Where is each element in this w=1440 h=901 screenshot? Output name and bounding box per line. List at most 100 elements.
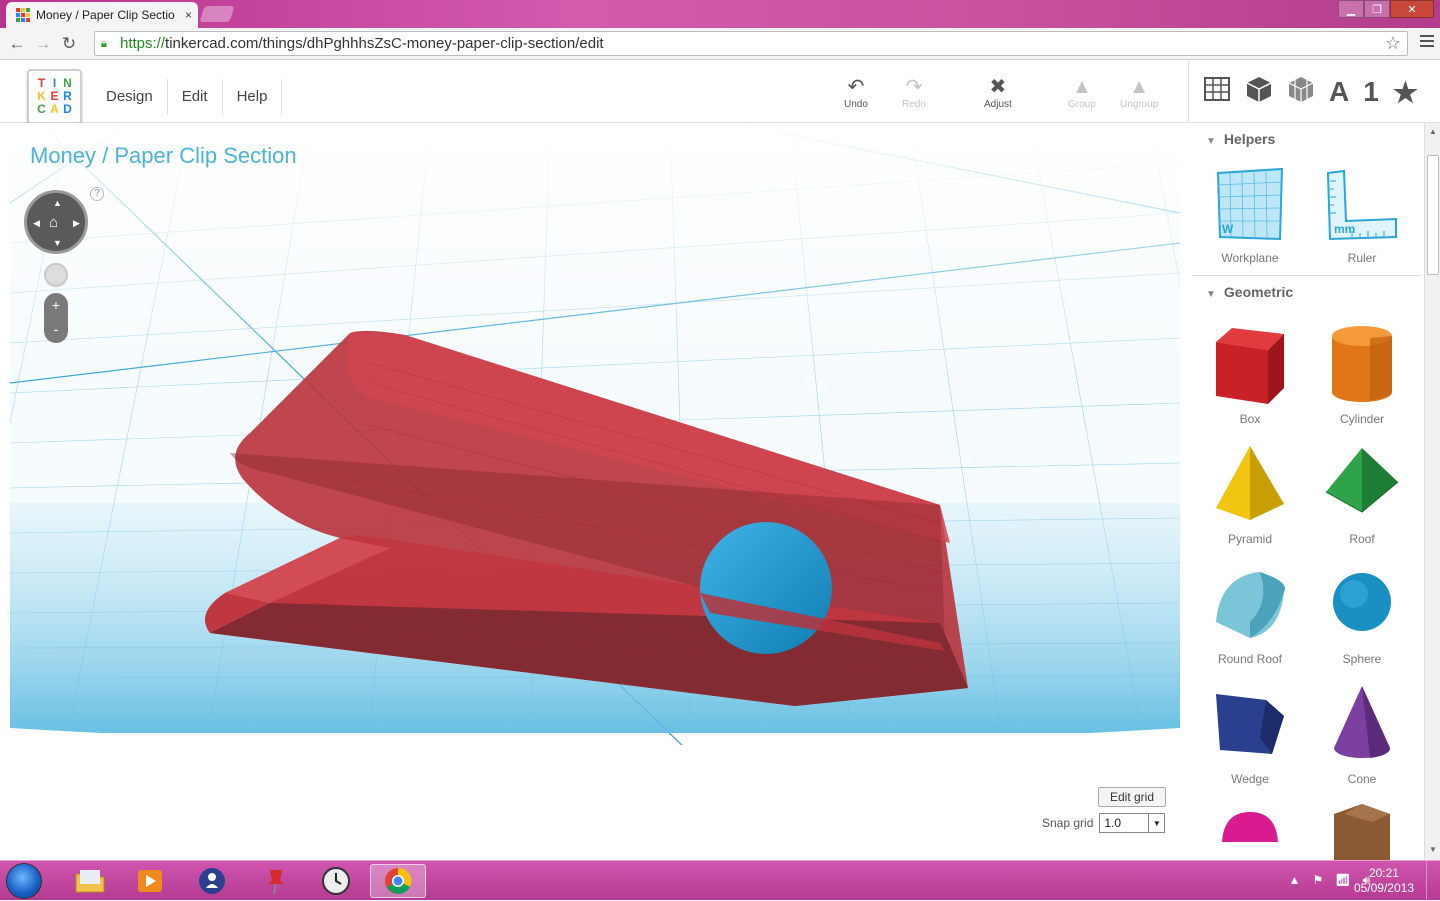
group-button[interactable]: ▲ Group [1068,75,1096,110]
snap-grid-select[interactable]: 1.0 ▼ [1099,813,1166,833]
redo-label: Redo [902,99,926,110]
lock-icon: 🔒︎ [101,37,107,50]
scroll-down-icon[interactable]: ▼ [1429,845,1437,854]
round-roof-item[interactable]: Round Roof [1194,556,1306,676]
orbit-down-icon[interactable]: ▼ [53,238,62,248]
dropdown-arrow-icon[interactable]: ▼ [1148,814,1164,832]
cone-icon [1334,686,1391,758]
helpers-grid: W Workplane mm Ruler [1188,159,1424,271]
help-icon[interactable]: ? [90,187,104,201]
favorites-star-icon[interactable]: ★ [1393,76,1418,109]
polygon-item[interactable] [1306,796,1418,860]
menu-edit[interactable]: Edit [168,79,223,115]
logo-letter: A [50,102,59,116]
tinkercad-logo[interactable]: T I N K E R C A D [27,69,82,124]
geometric-section-header[interactable]: ▼ Geometric [1188,276,1424,316]
new-tab-button[interactable] [199,6,235,22]
minimize-icon[interactable]: ▁ [1338,0,1364,18]
bookmark-star-icon[interactable]: ☆ [1385,33,1401,54]
edit-grid-button[interactable]: Edit grid [1098,787,1166,807]
paraboloid-icon [1222,812,1278,842]
ruler-mark: mm [1334,222,1355,236]
chrome-taskbar-icon[interactable] [370,864,426,898]
snap-grid-label: Snap grid [1042,816,1094,830]
number-icon[interactable]: 1 [1363,76,1379,108]
sticky-pin-icon[interactable] [248,864,304,898]
browser-tab[interactable]: Money / Paper Clip Sectio × [6,2,198,28]
pyramid-item[interactable]: Pyramid [1194,436,1306,556]
text-letter-icon[interactable]: A [1329,76,1349,108]
group-label: Group [1068,99,1096,110]
roof-item[interactable]: Roof [1306,436,1418,556]
wedge-item[interactable]: Wedge [1194,676,1306,796]
collapse-triangle-icon: ▼ [1206,289,1216,300]
file-explorer-icon[interactable] [62,864,118,898]
ruler-icon: mm [1326,169,1397,241]
cylinder-item[interactable]: Cylinder [1306,316,1418,436]
wireframe-cube-icon[interactable] [1287,75,1315,110]
undo-button[interactable]: ↶ Undo [844,75,868,110]
main-menu: Design Edit Help [92,79,283,115]
section-title: Geometric [1223,284,1294,300]
ungroup-button[interactable]: ▲ Ungroup [1120,75,1158,110]
box-item[interactable]: Box [1194,316,1306,436]
scroll-thumb[interactable] [1427,155,1439,275]
windows-taskbar: ▲ ⚑ 📶︎ 🔊︎ 20:21 05/09/2013 [0,860,1440,901]
design-title[interactable]: Money / Paper Clip Section [30,143,297,169]
reload-icon[interactable]: ↻ [56,34,82,54]
undo-icon: ↶ [847,76,865,98]
network-signal-icon[interactable]: 📶︎ [1335,873,1350,888]
show-hidden-icons[interactable]: ▲ [1289,873,1301,888]
sidebar-scrollbar[interactable]: ▲ ▼ [1424,123,1440,860]
pyramid-icon [1216,446,1284,520]
item-label: Cone [1347,772,1377,786]
user-accounts-icon[interactable] [184,864,240,898]
view-toolbar: A 1 ★ [1188,61,1432,123]
close-tab-icon[interactable]: × [185,8,192,22]
scroll-up-icon[interactable]: ▲ [1429,127,1437,136]
adjust-button[interactable]: ✖︎ Adjust [984,75,1012,110]
workplane-icon: W [1216,167,1284,241]
orbit-up-icon[interactable]: ▲ [53,198,62,208]
forward-arrow-icon[interactable]: → [30,34,56,54]
cone-item[interactable]: Cone [1306,676,1418,796]
show-desktop-button[interactable] [1426,861,1440,901]
zoom-in-button[interactable]: + [44,293,68,318]
collapse-triangle-icon: ▼ [1206,136,1216,147]
clock-time: 20:21 [1368,866,1399,880]
maximize-icon[interactable]: ❐ [1364,0,1390,18]
cylinder-icon [1332,326,1392,402]
ruler-item[interactable]: mm Ruler [1306,159,1418,271]
helpers-section-header[interactable]: ▼ Helpers [1188,123,1424,163]
zoom-out-button[interactable]: - [44,318,68,343]
workplane-grid [10,123,1180,850]
orbit-right-icon[interactable]: ▶ [73,218,80,229]
paraboloid-item[interactable] [1194,796,1306,860]
grid-view-icon[interactable] [1203,76,1231,109]
close-window-icon[interactable]: ✕ [1390,0,1434,18]
workplane-canvas[interactable]: Money / Paper Clip Section ? ▲ ▼ ◀ ▶ ⌂ +… [10,123,1180,850]
ungroup-icon: ▲ [1129,76,1150,98]
fit-view-button[interactable] [44,263,68,287]
sphere-shape[interactable] [700,522,832,654]
redo-button[interactable]: ↷ Redo [902,75,926,110]
clock-app-icon[interactable] [308,864,364,898]
chrome-menu-icon[interactable] [1420,35,1434,50]
menu-help[interactable]: Help [223,79,283,115]
home-view-icon[interactable]: ⌂ [49,214,58,231]
snap-grid-value: 1.0 [1104,816,1122,830]
start-button[interactable] [6,863,42,899]
sphere-item[interactable]: Sphere [1306,556,1418,676]
taskbar-clock[interactable]: 20:21 05/09/2013 [1354,866,1414,896]
view-navigation-wheel[interactable]: ▲ ▼ ◀ ▶ ⌂ [24,190,88,254]
browser-toolbar: ← → ↻ 🔒︎ https://tinkercad.com/things/dh… [0,28,1440,60]
address-bar[interactable]: 🔒︎ https://tinkercad.com/things/dhPghhhs… [94,31,1408,56]
item-label: Box [1239,412,1261,426]
workplane-item[interactable]: W Workplane [1194,159,1306,271]
media-player-icon[interactable] [122,864,178,898]
back-arrow-icon[interactable]: ← [4,34,30,54]
orbit-left-icon[interactable]: ◀ [33,218,40,229]
action-center-icon[interactable]: ⚑ [1312,873,1323,888]
menu-design[interactable]: Design [92,79,168,115]
solid-cube-icon[interactable] [1245,75,1273,110]
